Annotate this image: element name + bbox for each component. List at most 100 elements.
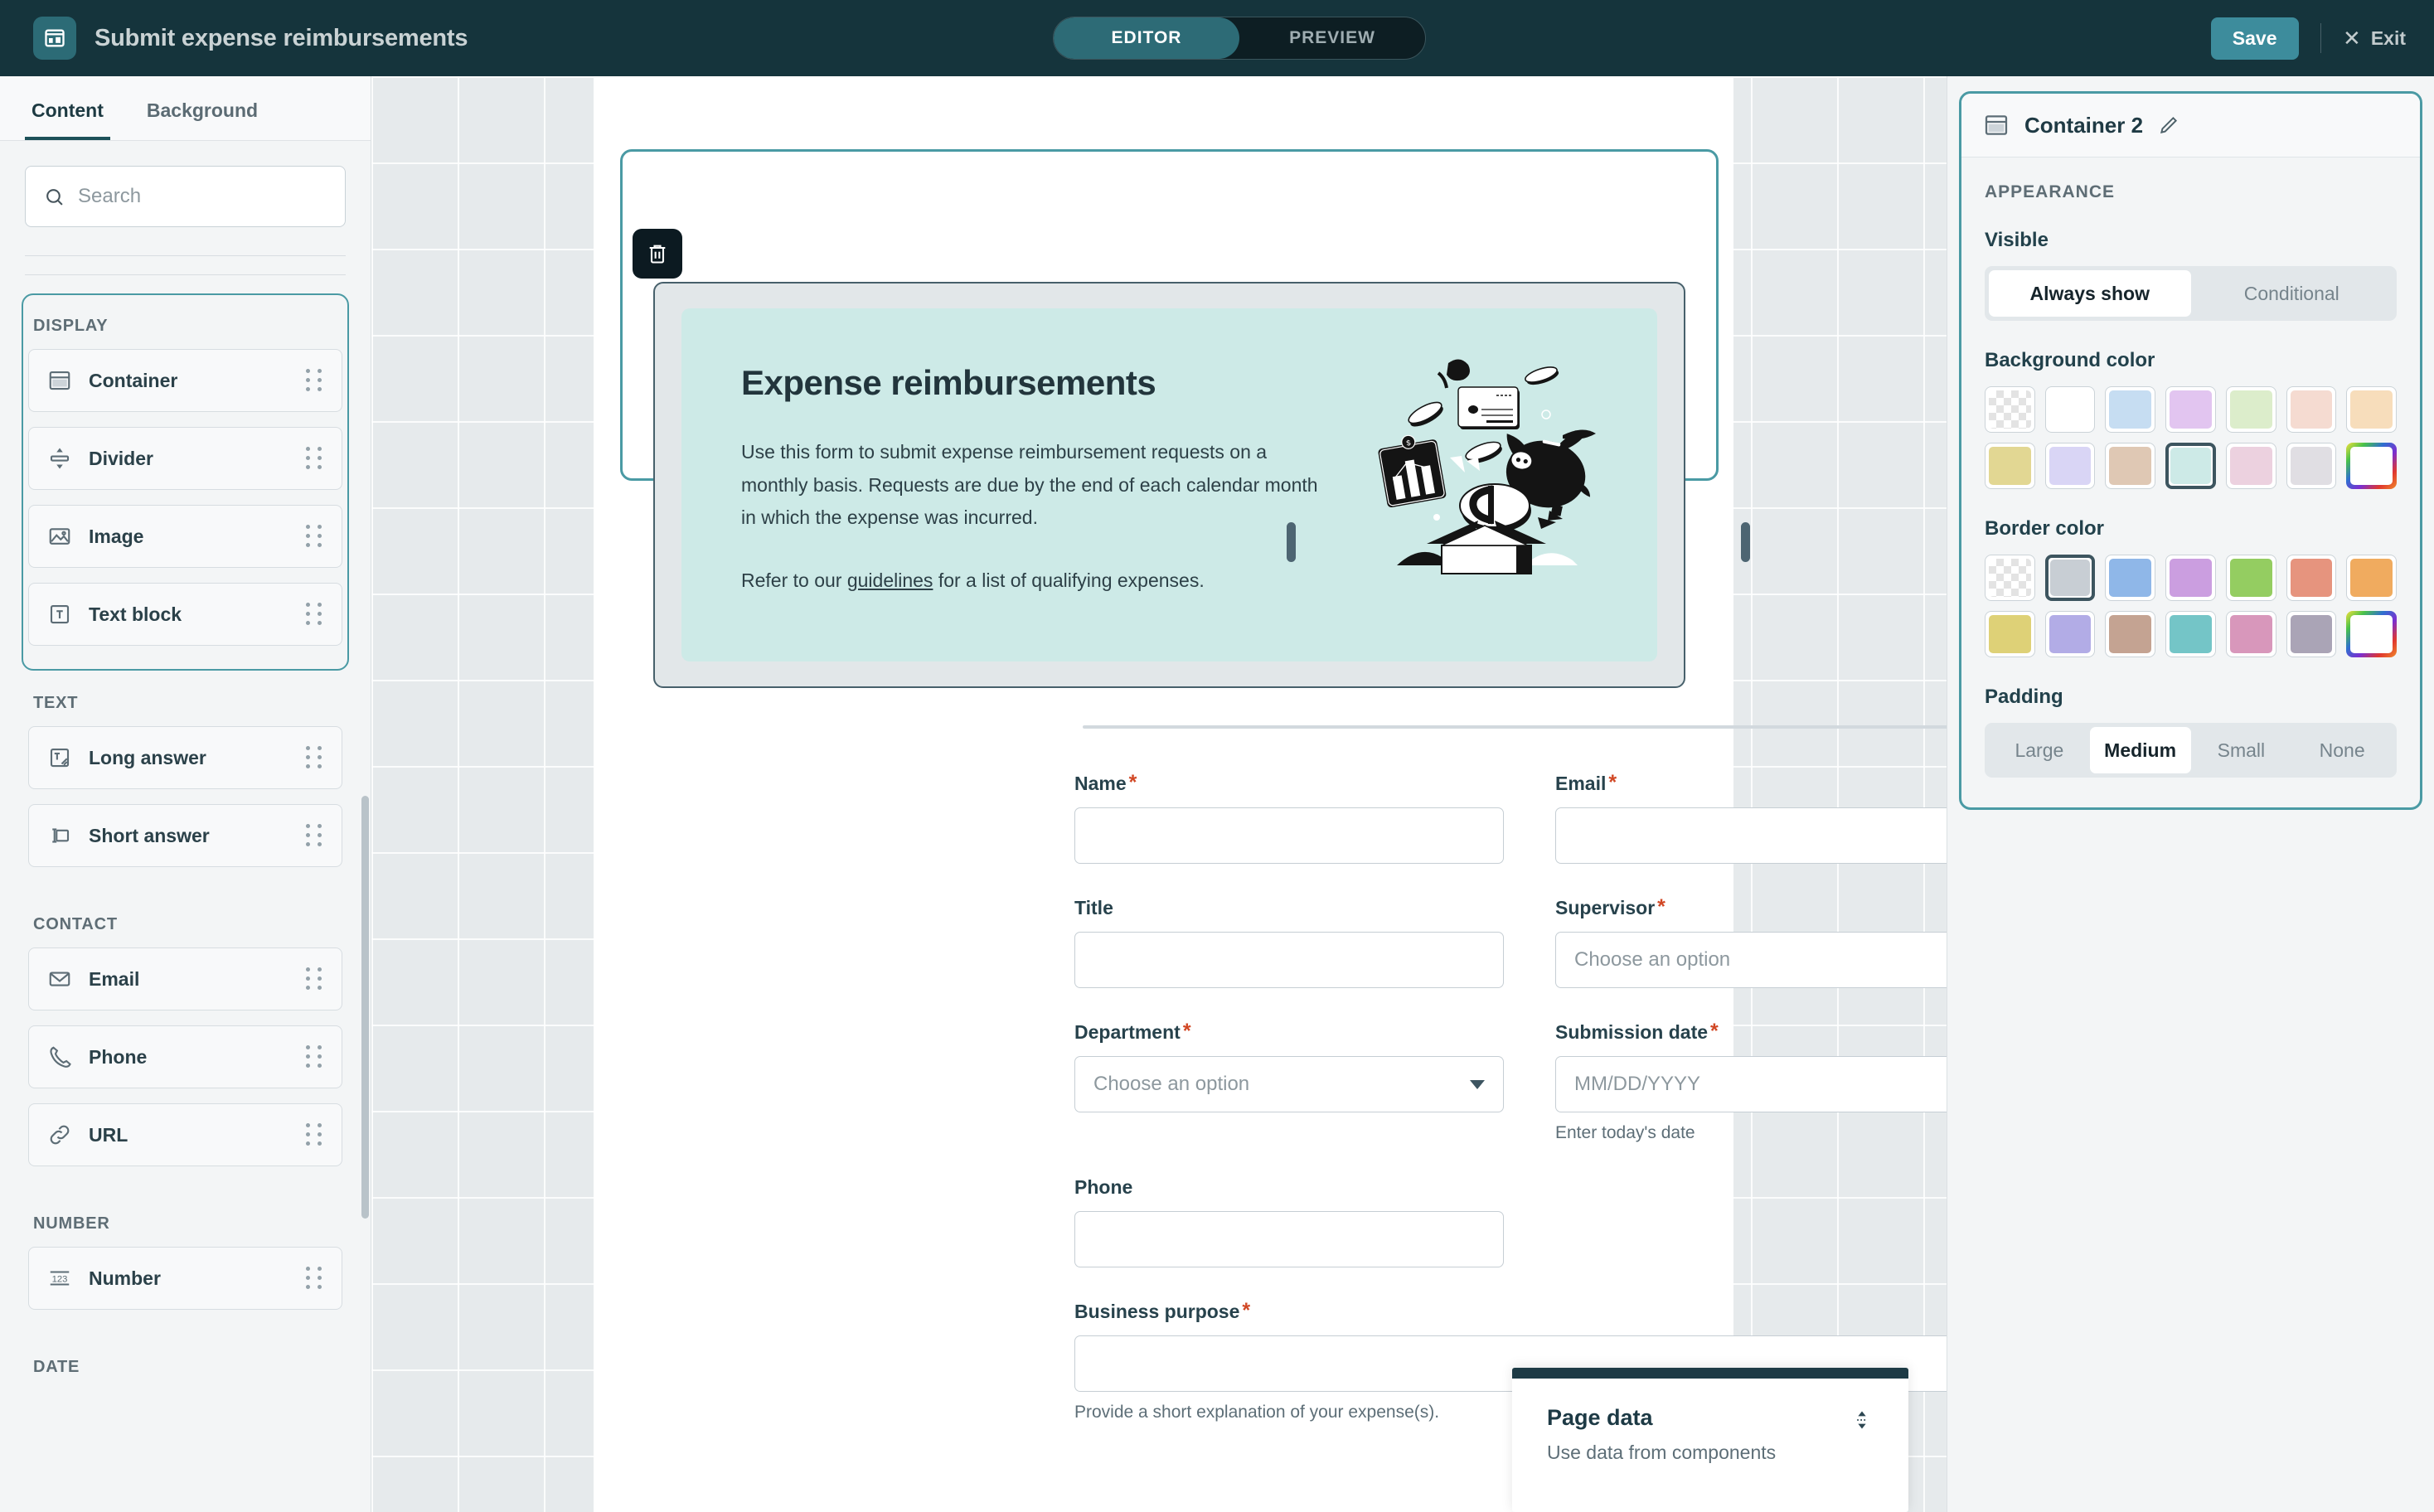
department-select[interactable]: Choose an option <box>1074 1056 1504 1112</box>
border-swatch-lavender[interactable] <box>2044 611 2096 657</box>
drag-handle-icon[interactable] <box>305 1044 323 1069</box>
component-group-text: TEXT Long answer Short answer <box>22 671 349 892</box>
appearance-section-title: APPEARANCE <box>1985 182 2116 201</box>
padding-option-small[interactable]: Small <box>2191 727 2292 773</box>
padding-option-large[interactable]: Large <box>1989 727 2090 773</box>
sidebar-scrollbar[interactable] <box>361 796 369 1219</box>
drag-handle-icon[interactable] <box>305 368 323 393</box>
component-phone[interactable]: Phone <box>28 1025 342 1088</box>
drag-handle-icon[interactable] <box>305 967 323 991</box>
border-swatch-custom-color[interactable] <box>2346 611 2397 657</box>
search-box[interactable] <box>25 166 346 227</box>
title-input[interactable] <box>1074 932 1504 988</box>
border-color-label: Border color <box>1985 517 2105 540</box>
required-asterisk: * <box>1657 895 1665 918</box>
resize-handle-right[interactable] <box>1741 522 1750 562</box>
component-group-date: DATE <box>22 1335 349 1400</box>
drag-handle-icon[interactable] <box>305 823 323 848</box>
component-text-block[interactable]: Text block <box>28 583 342 646</box>
exit-button[interactable]: ✕ Exit <box>2343 27 2406 50</box>
properties-card: Container 2 APPEARANCE Visible Always sh… <box>1959 91 2422 810</box>
close-x-icon: ✕ <box>2343 26 2361 51</box>
component-label: Email <box>89 967 140 990</box>
hero-container[interactable]: Expense reimbursements Use this form to … <box>653 282 1750 688</box>
bg-swatch-transparent[interactable] <box>1985 386 2035 433</box>
component-email[interactable]: Email <box>28 947 342 1010</box>
bg-swatch-custom-color[interactable] <box>2346 443 2397 489</box>
border-swatch-purple[interactable] <box>2165 555 2216 601</box>
field-label-text: Name <box>1074 773 1127 794</box>
visible-option-always-show[interactable]: Always show <box>1989 270 2191 317</box>
bg-swatch-salmon[interactable] <box>2286 386 2337 433</box>
required-asterisk: * <box>1608 771 1617 794</box>
bg-swatch-tan[interactable] <box>2105 443 2156 489</box>
border-swatch-orange[interactable] <box>2346 555 2397 601</box>
border-swatch-teal[interactable] <box>2165 611 2216 657</box>
border-swatch-olive[interactable] <box>1985 611 2035 657</box>
bg-swatch-pink[interactable] <box>2225 443 2276 489</box>
component-label: Image <box>89 525 144 547</box>
supervisor-select[interactable]: Choose an option <box>1555 932 1947 988</box>
border-swatch-transparent[interactable] <box>1985 555 2035 601</box>
drag-handle-icon[interactable] <box>305 446 323 471</box>
field-label: Title <box>1074 897 1504 919</box>
link-icon <box>47 1122 72 1147</box>
resize-handle-left[interactable] <box>1287 522 1296 562</box>
bg-swatch-green[interactable] <box>2225 386 2276 433</box>
bg-swatch-grey[interactable] <box>2286 443 2337 489</box>
component-long-answer[interactable]: Long answer <box>28 726 342 789</box>
border-swatch-grey[interactable] <box>2044 555 2096 601</box>
bg-swatch-lavender[interactable] <box>2044 443 2096 489</box>
drag-handle-icon[interactable] <box>305 524 323 549</box>
padding-option-medium[interactable]: Medium <box>2089 727 2191 773</box>
container-icon <box>47 368 72 393</box>
visible-segmented-control[interactable]: Always show Conditional <box>1985 266 2397 321</box>
component-label: Container <box>89 369 178 391</box>
guidelines-link[interactable]: guidelines <box>847 569 933 591</box>
top-bar-right: Save ✕ Exit <box>2210 0 2406 76</box>
component-container[interactable]: Container <box>28 349 342 412</box>
border-swatch-mauve[interactable] <box>2286 611 2337 657</box>
email-input[interactable] <box>1555 807 1947 864</box>
bg-swatch-orange[interactable] <box>2346 386 2397 433</box>
tab-content[interactable]: Content <box>25 99 110 140</box>
bg-swatch-white[interactable] <box>2044 386 2096 433</box>
delete-component-button[interactable] <box>633 229 682 279</box>
editor-preview-toggle[interactable]: EDITOR PREVIEW <box>1053 17 1426 60</box>
bg-swatch-blue[interactable] <box>2105 386 2156 433</box>
component-short-answer[interactable]: Short answer <box>28 804 342 867</box>
tab-background[interactable]: Background <box>140 99 264 140</box>
border-swatch-pink[interactable] <box>2225 611 2276 657</box>
bg-swatch-olive[interactable] <box>1985 443 2035 489</box>
submission-date-input[interactable]: MM/DD/YYYY <box>1555 1056 1947 1112</box>
name-input[interactable] <box>1074 807 1504 864</box>
pencil-icon[interactable] <box>2158 114 2179 136</box>
bg-swatch-teal[interactable] <box>2165 443 2216 489</box>
drag-handle-icon[interactable] <box>305 1122 323 1147</box>
search-input[interactable] <box>78 185 327 208</box>
padding-segmented-control[interactable]: Large Medium Small None <box>1985 723 2397 778</box>
phone-input[interactable] <box>1074 1211 1504 1267</box>
required-asterisk: * <box>1710 1020 1719 1043</box>
border-swatch-salmon[interactable] <box>2286 555 2337 601</box>
save-button[interactable]: Save <box>2210 17 2299 60</box>
padding-option-none[interactable]: None <box>2291 727 2393 773</box>
visible-option-conditional[interactable]: Conditional <box>2191 270 2393 317</box>
component-divider[interactable]: Divider <box>28 427 342 490</box>
border-swatch-tan[interactable] <box>2105 611 2156 657</box>
border-swatch-blue[interactable] <box>2105 555 2156 601</box>
drag-handle-icon[interactable] <box>305 745 323 770</box>
drag-handle-icon[interactable] <box>305 1266 323 1291</box>
component-number[interactable]: 123 Number <box>28 1247 342 1310</box>
tab-editor[interactable]: EDITOR <box>1054 17 1239 59</box>
tab-preview[interactable]: PREVIEW <box>1239 17 1425 59</box>
image-icon <box>47 524 72 549</box>
page-data-popup[interactable]: Page data Use data from components <box>1512 1368 1908 1512</box>
border-swatch-green[interactable] <box>2225 555 2276 601</box>
trash-icon <box>649 245 666 264</box>
component-url[interactable]: URL <box>28 1103 342 1166</box>
bg-swatch-purple[interactable] <box>2165 386 2216 433</box>
drag-vertical-icon[interactable] <box>1850 1405 1874 1435</box>
drag-handle-icon[interactable] <box>305 602 323 627</box>
component-image[interactable]: Image <box>28 505 342 568</box>
